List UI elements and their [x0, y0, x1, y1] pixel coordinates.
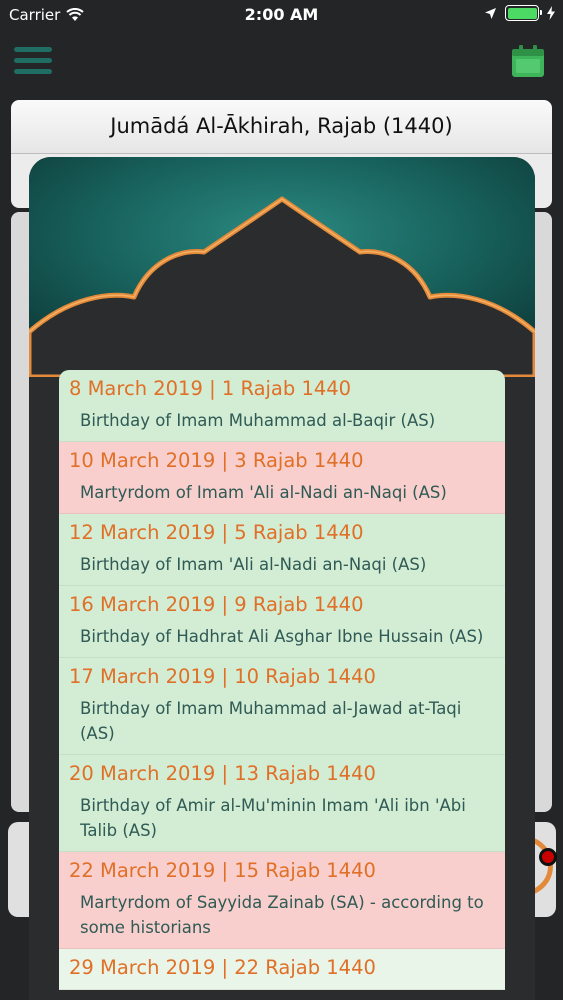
event-date: 20 March 2019 | 13 Rajab 1440	[69, 762, 376, 785]
event-date: 12 March 2019 | 5 Rajab 1440	[69, 521, 364, 544]
location-arrow-icon	[485, 7, 496, 19]
hamburger-menu-icon[interactable]	[14, 47, 52, 75]
event-description: Birthday of Hadhrat Ali Asghar Ibne Huss…	[80, 627, 484, 646]
event-item[interactable]: 17 March 2019 | 10 Rajab 1440 Birthday o…	[59, 658, 505, 755]
status-right	[484, 5, 555, 21]
popup-header-banner	[29, 157, 535, 377]
event-item[interactable]: 29 March 2019 | 22 Rajab 1440	[59, 949, 505, 990]
events-list[interactable]: 8 March 2019 | 1 Rajab 1440 Birthday of …	[59, 370, 505, 1000]
event-item[interactable]: 8 March 2019 | 1 Rajab 1440 Birthday of …	[59, 370, 505, 442]
status-bar: Carrier 2:00 AM	[0, 0, 563, 30]
calendar-icon[interactable]	[511, 44, 545, 78]
event-date: 22 March 2019 | 15 Rajab 1440	[69, 859, 376, 882]
event-date: 17 March 2019 | 10 Rajab 1440	[69, 665, 376, 688]
event-item[interactable]: 12 March 2019 | 5 Rajab 1440 Birthday of…	[59, 514, 505, 586]
battery-icon	[505, 5, 542, 21]
status-time: 2:00 AM	[244, 5, 319, 24]
event-description: Birthday of Amir al-Mu'minin Imam 'Ali i…	[80, 796, 466, 840]
event-date: 16 March 2019 | 9 Rajab 1440	[69, 593, 364, 616]
mosque-arch-decoration	[29, 157, 535, 377]
event-item[interactable]: 20 March 2019 | 13 Rajab 1440 Birthday o…	[59, 755, 505, 852]
event-description: Birthday of Imam Muhammad al-Baqir (AS)	[80, 411, 436, 430]
event-description: Birthday of Imam 'Ali al-Nadi an-Naqi (A…	[80, 555, 427, 574]
dial-indicator-dot	[539, 848, 557, 866]
event-item[interactable]: 10 March 2019 | 3 Rajab 1440 Martyrdom o…	[59, 442, 505, 514]
event-date: 10 March 2019 | 3 Rajab 1440	[69, 449, 364, 472]
event-description: Martyrdom of Imam 'Ali al-Nadi an-Naqi (…	[80, 483, 447, 502]
event-item[interactable]: 22 March 2019 | 15 Rajab 1440 Martyrdom …	[59, 852, 505, 949]
event-description: Birthday of Imam Muhammad al-Jawad at-Ta…	[80, 699, 462, 743]
month-header-card: Jumādá Al-Ākhirah, Rajab (1440)	[11, 100, 552, 154]
event-date: 29 March 2019 | 22 Rajab 1440	[69, 956, 376, 979]
navigation-bar	[0, 30, 563, 92]
event-item[interactable]: 16 March 2019 | 9 Rajab 1440 Birthday of…	[59, 586, 505, 658]
event-date: 8 March 2019 | 1 Rajab 1440	[69, 377, 352, 400]
charging-bolt-icon	[547, 6, 555, 20]
event-description: Martyrdom of Sayyida Zainab (SA) - accor…	[80, 893, 484, 937]
month-title: Jumādá Al-Ākhirah, Rajab (1440)	[110, 114, 453, 138]
